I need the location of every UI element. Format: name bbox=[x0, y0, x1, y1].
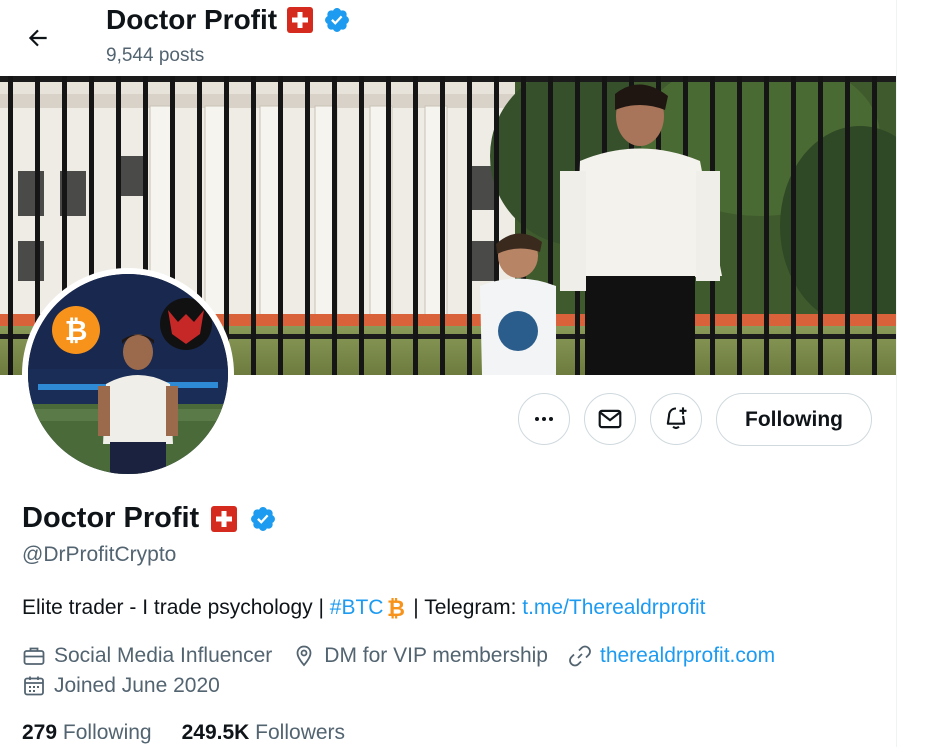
back-button[interactable] bbox=[20, 20, 56, 56]
profile-avatar[interactable]: ₿ bbox=[22, 268, 234, 480]
envelope-icon bbox=[598, 409, 622, 429]
message-button[interactable] bbox=[584, 393, 636, 445]
more-icon bbox=[535, 417, 553, 421]
svg-text:₿: ₿ bbox=[65, 315, 88, 346]
follow-counts: 279 Following 249.5K Followers bbox=[22, 721, 345, 745]
website-link[interactable]: therealdrprofit.com bbox=[600, 644, 775, 668]
profile-meta-row: Social Media Influencer DM for VIP membe… bbox=[22, 644, 795, 668]
followers-count-link[interactable]: 249.5K Followers bbox=[182, 721, 345, 745]
verified-badge-icon[interactable] bbox=[249, 505, 277, 533]
profile-bio: Elite trader - I trade psychology | #BTC… bbox=[22, 596, 706, 620]
posts-count: 9,544 posts bbox=[106, 45, 205, 66]
profile-joined-row: Joined June 2020 bbox=[22, 674, 240, 698]
bio-text-1: Elite trader - I trade psychology | bbox=[22, 596, 330, 619]
swiss-flag-icon bbox=[287, 7, 314, 33]
calendar-icon bbox=[24, 676, 44, 696]
swiss-flag-icon bbox=[211, 505, 238, 532]
category-label: Social Media Influencer bbox=[54, 644, 273, 667]
profile-column: Doctor Profit 9,544 posts ₿ Following Do… bbox=[0, 0, 897, 747]
following-count: 279 bbox=[22, 721, 58, 744]
profile-joined: Joined June 2020 bbox=[22, 674, 220, 698]
location-label: DM for VIP membership bbox=[324, 644, 548, 667]
profile-handle: @DrProfitCrypto bbox=[22, 543, 177, 566]
following-count-link[interactable]: 279 Following bbox=[22, 721, 152, 745]
link-icon bbox=[569, 645, 591, 667]
bio-text-2: | Telegram: bbox=[407, 596, 523, 619]
briefcase-icon bbox=[23, 647, 45, 665]
telegram-link[interactable]: t.me/Therealdrprofit bbox=[522, 596, 705, 620]
bitcoin-icon: ₿ bbox=[387, 597, 405, 620]
following-count-label: Following bbox=[62, 721, 152, 744]
bio-hashtag-link[interactable]: #BTC bbox=[330, 596, 384, 620]
profile-category: Social Media Influencer bbox=[22, 644, 272, 668]
joined-label: Joined June 2020 bbox=[54, 674, 220, 697]
svg-text:₿: ₿ bbox=[387, 597, 405, 620]
header-name: Doctor Profit bbox=[106, 4, 278, 35]
followers-count: 249.5K bbox=[181, 721, 250, 744]
profile-location: DM for VIP membership bbox=[292, 644, 548, 668]
notifications-button[interactable] bbox=[650, 393, 702, 445]
profile-name: Doctor Profit bbox=[22, 502, 277, 535]
following-button[interactable]: Following bbox=[716, 393, 872, 446]
location-pin-icon bbox=[296, 645, 312, 667]
profile-website[interactable]: therealdrprofit.com bbox=[568, 644, 775, 668]
profile-display-name: Doctor Profit bbox=[22, 502, 200, 534]
avatar-image: ₿ bbox=[28, 274, 228, 474]
profile-header-bar: Doctor Profit 9,544 posts bbox=[0, 0, 896, 76]
header-title: Doctor Profit bbox=[106, 4, 351, 36]
bell-plus-icon bbox=[666, 407, 687, 430]
arrow-left-icon bbox=[28, 29, 47, 47]
followers-count-label: Followers bbox=[255, 721, 346, 744]
more-button[interactable] bbox=[518, 393, 570, 445]
verified-badge-icon bbox=[325, 8, 350, 32]
